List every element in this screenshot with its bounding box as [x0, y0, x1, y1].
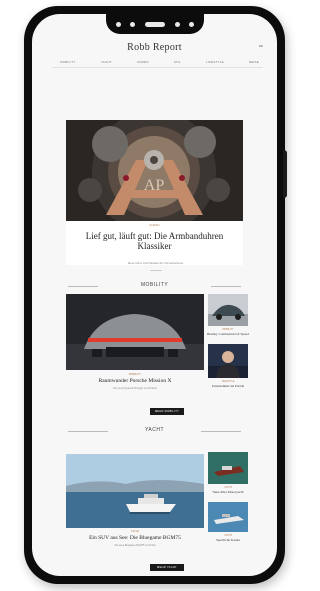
notch-dot	[189, 21, 195, 27]
speedboat-illustration	[208, 452, 248, 484]
notch-dot	[174, 21, 180, 27]
section-rule-right	[211, 286, 241, 287]
yacht-side-title-1[interactable]: Neue Riva Motoryacht	[206, 490, 250, 494]
yacht-side-kicker-1: YACHT	[224, 486, 232, 489]
yacht-main-image[interactable]	[66, 454, 204, 528]
more-mobility-button[interactable]: MEHR MOBILITY	[150, 408, 184, 415]
mobility-side-title-1[interactable]: Bentley Continental GT Speed	[206, 332, 250, 336]
section-title-yacht: YACHT	[144, 427, 165, 433]
mobility-main-description: Der neue Hypercar-Prototyp von Porsche	[113, 387, 157, 390]
hero-image-watch-movement[interactable]: AP	[66, 120, 243, 230]
notch-dot	[115, 21, 121, 27]
mobility-side-kicker-1: MOBILITY	[222, 328, 234, 331]
mobility-main-image[interactable]	[66, 294, 204, 370]
yacht-illustration	[66, 454, 204, 528]
tender-boat-illustration	[208, 502, 248, 532]
yacht-main-kicker: YACHT	[130, 530, 140, 533]
hero-title[interactable]: Lief gut, läuft gut: Die Armbanduhren Kl…	[70, 231, 239, 251]
mobility-side-kicker-2: LIFESTYLE	[221, 380, 235, 383]
mobility-side-image-2[interactable]	[208, 344, 248, 378]
yacht-main-title[interactable]: Ein SUV aus See: Die Bluegame BGM75	[66, 535, 204, 541]
yacht-side-kicker-2: YACHT	[224, 534, 232, 537]
portrait-illustration	[208, 344, 248, 378]
yacht-main-description: Die neue Bluegame BGM75 im Porträt	[114, 544, 156, 547]
section-rule-right	[201, 431, 241, 432]
nav-item[interactable]: UHREN	[137, 60, 149, 64]
phone-side-button	[283, 150, 287, 198]
yacht-side-title-2[interactable]: Sportliche Tender	[206, 538, 250, 542]
more-yacht-button[interactable]: MEHR YACHT	[150, 564, 184, 571]
nav-item[interactable]: STIL	[174, 60, 181, 64]
hero-kicker: UHREN	[149, 224, 160, 227]
phone-screen: Robb Report DE MOBILITY YACHT UHREN STIL…	[32, 14, 277, 576]
svg-text:AP: AP	[144, 177, 165, 194]
mobility-side-image-1[interactable]	[208, 294, 248, 326]
mobility-main-kicker: MOBILITY	[128, 373, 142, 376]
yacht-side-image-1[interactable]	[208, 452, 248, 484]
nav-divider	[52, 67, 263, 68]
mobility-main-title[interactable]: Raumwunder Porsche Mission X	[66, 378, 204, 384]
notch-dot	[130, 21, 136, 27]
nav-item[interactable]: LIFESTYLE	[206, 60, 224, 64]
nav-item[interactable]: MOBILITY	[60, 60, 76, 64]
notch-speaker	[144, 21, 165, 27]
bentley-car-illustration	[208, 294, 248, 326]
watch-movement-illustration: AP	[66, 120, 243, 230]
section-title-mobility: MOBILITY	[140, 282, 169, 288]
hero-description: Diese Uhren sind Klassiker der Uhrmacher…	[127, 262, 184, 265]
phone-notch	[106, 14, 204, 34]
nav-item[interactable]: REISE	[249, 60, 259, 64]
language-switch[interactable]: DE	[259, 44, 263, 48]
yacht-side-image-2[interactable]	[208, 502, 248, 532]
porsche-car-illustration	[66, 294, 204, 370]
nav-item[interactable]: YACHT	[101, 60, 112, 64]
hero-card[interactable]: UHREN Lief gut, läuft gut: Die Armbanduh…	[66, 221, 243, 265]
site-logo[interactable]: Robb Report	[32, 42, 277, 53]
hero-divider	[150, 270, 162, 271]
mobility-side-title-2[interactable]: Unternehmer im Porträt	[206, 384, 250, 388]
main-nav: MOBILITY YACHT UHREN STIL LIFESTYLE REIS…	[60, 60, 259, 64]
